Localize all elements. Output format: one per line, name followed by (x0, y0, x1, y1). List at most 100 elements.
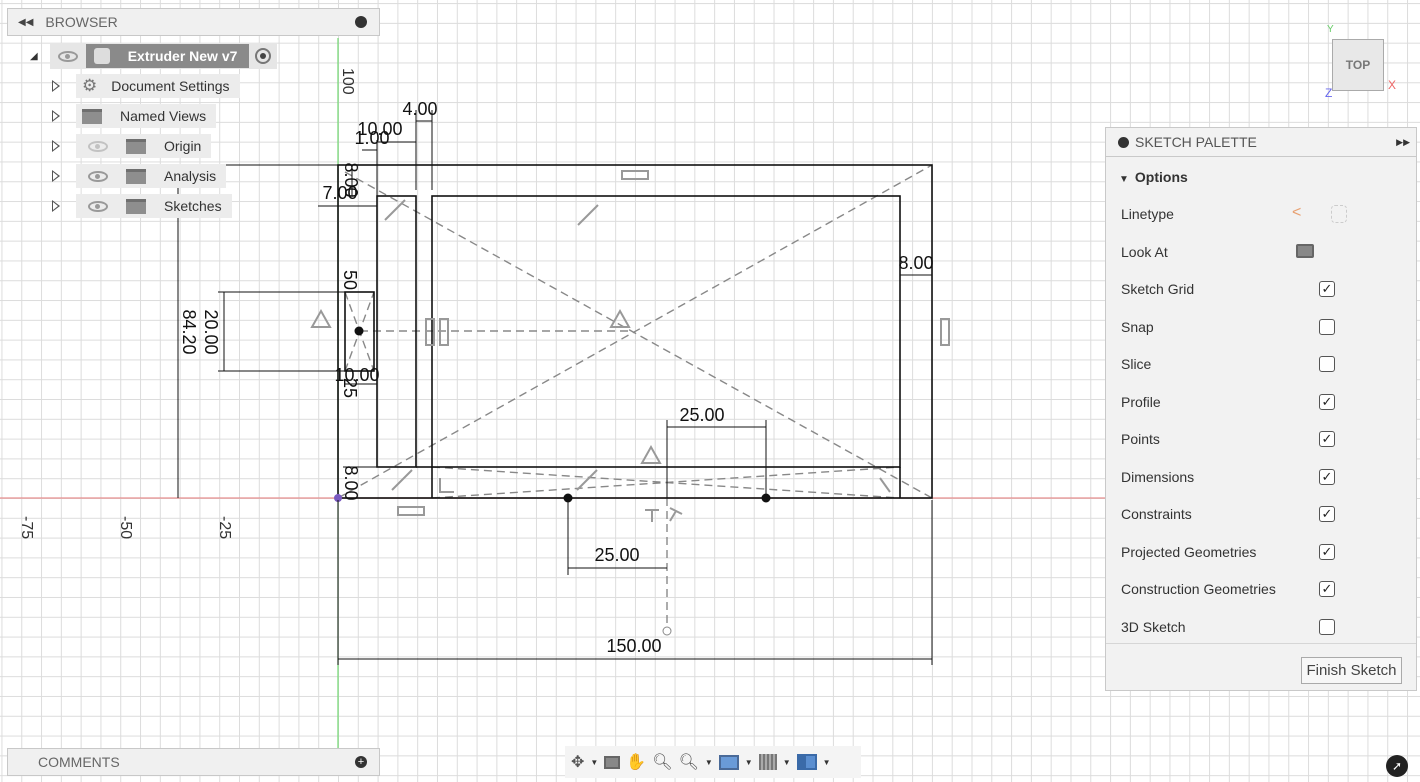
folder-icon (82, 108, 102, 124)
chevron-down-icon[interactable]: ▼ (705, 758, 713, 767)
axis-label: -25 (216, 516, 233, 539)
axis-label: -50 (117, 516, 134, 539)
comments-bar[interactable]: COMMENTS + (7, 748, 380, 776)
dimensions-checkbox[interactable]: ✓ (1319, 469, 1335, 485)
visibility-icon[interactable] (88, 200, 108, 212)
points-checkbox[interactable]: ✓ (1319, 431, 1335, 447)
constraints-checkbox[interactable]: ✓ (1319, 506, 1335, 522)
x-axis-label: X (1388, 78, 1397, 92)
visibility-icon[interactable] (57, 50, 78, 62)
browser-item-origin[interactable]: Origin (52, 134, 212, 158)
chevron-down-icon[interactable]: ▼ (745, 758, 753, 767)
add-comment-icon[interactable]: + (355, 756, 367, 768)
dim-top-gap[interactable]: 4.00 (402, 99, 437, 119)
browser-title: BROWSER (45, 14, 118, 30)
sketch-palette: SKETCH PALETTE ▶▶ ▼ Options Linetype < Lo… (1105, 127, 1417, 691)
item-label: Named Views (120, 108, 207, 124)
expand-icon[interactable] (52, 110, 60, 122)
viewcube[interactable]: TOP Y X Z (1320, 24, 1400, 100)
dim-right-wall[interactable]: 8.00 (898, 253, 933, 273)
finish-sketch-button[interactable]: Finish Sketch (1301, 657, 1402, 684)
expand-icon[interactable]: ◢ (30, 51, 38, 62)
sketch-grid-checkbox[interactable]: ✓ (1319, 281, 1335, 297)
3d-sketch-checkbox[interactable] (1319, 619, 1335, 635)
y-axis-label: Y (1327, 24, 1334, 35)
profile-checkbox[interactable]: ✓ (1319, 394, 1335, 410)
minimize-icon[interactable] (1118, 136, 1129, 148)
feedback-icon[interactable]: ➚ (1386, 755, 1408, 777)
projected-geometries-checkbox[interactable]: ✓ (1319, 544, 1335, 560)
dim-small-25[interactable]: 25 (340, 378, 360, 398)
viewports-icon[interactable] (796, 754, 817, 770)
axis-label: 100 (339, 68, 356, 95)
navigation-toolbar: ✥ ▼ ✋ 🔍︎ 🔍︎ ▼ ▼ ▼ ▼ (565, 746, 861, 778)
browser-header[interactable]: ◀◀ BROWSER (7, 8, 380, 36)
row-label: Look At (1121, 244, 1168, 260)
root-label: Extruder New v7 (127, 48, 238, 64)
palette-row-profile: Profile ✓ (1121, 394, 1401, 410)
palette-row-3d-sketch: 3D Sketch (1121, 619, 1401, 635)
palette-row-linetype: Linetype < (1121, 204, 1401, 223)
palette-row-construction-geometries: Construction Geometries ✓ (1121, 581, 1401, 597)
zoom-icon[interactable]: 🔍︎ (652, 752, 672, 772)
viewcube-top-face[interactable]: TOP (1332, 39, 1384, 91)
browser-item-named-views[interactable]: Named Views (52, 104, 217, 128)
point[interactable] (662, 626, 672, 636)
chevron-down-icon[interactable]: ▼ (783, 758, 791, 767)
row-label: Constraints (1121, 506, 1192, 522)
hidden-eye-icon[interactable] (88, 140, 108, 152)
construction-geometries-checkbox[interactable]: ✓ (1319, 581, 1335, 597)
dim-overall-width[interactable]: 150.00 (606, 636, 661, 656)
browser-item-sketches[interactable]: Sketches (52, 194, 232, 218)
expand-icon[interactable] (52, 200, 60, 212)
collapse-icon[interactable]: ▼ (1119, 174, 1129, 185)
expand-icon[interactable] (52, 140, 60, 152)
dim-top-25[interactable]: 25.00 (679, 405, 724, 425)
browser-item-analysis[interactable]: Analysis (52, 164, 227, 188)
expand-icon[interactable] (52, 170, 60, 182)
axis-label: -75 (18, 516, 35, 539)
palette-row-dimensions: Dimensions ✓ (1121, 469, 1401, 485)
pan-hand-icon[interactable]: ✋ (626, 752, 646, 772)
palette-row-look-at: Look At (1121, 244, 1401, 260)
dim-top-one[interactable]: 1.00 (354, 128, 389, 148)
orbit-icon[interactable]: ✥ (571, 752, 584, 772)
row-label: Slice (1121, 356, 1152, 372)
zoom-window-icon[interactable]: 🔍︎ (679, 752, 699, 772)
slice-checkbox[interactable] (1319, 356, 1335, 372)
display-settings-icon[interactable] (718, 754, 739, 770)
component-icon (93, 48, 110, 64)
palette-header[interactable]: SKETCH PALETTE ▶▶ (1106, 128, 1416, 157)
section-title: Options (1134, 169, 1188, 185)
constraint-glyphs[interactable] (310, 170, 950, 522)
browser-root[interactable]: ◢ Extruder New v7 (30, 43, 278, 69)
expand-panel-icon[interactable]: ▶▶ (1396, 137, 1410, 148)
dim-bottom-25[interactable]: 25.00 (594, 545, 639, 565)
chevron-down-icon[interactable]: ▼ (590, 758, 598, 767)
dim-overall-height[interactable]: 84.20 (179, 309, 199, 354)
minimize-icon[interactable] (355, 16, 367, 28)
dim-bottom-wall[interactable]: 8.00 (341, 465, 361, 500)
browser-item-document-settings[interactable]: ⚙ Document Settings (52, 74, 240, 98)
dim-small-fifty[interactable]: 50 (340, 270, 360, 290)
chevron-down-icon[interactable]: ▼ (823, 758, 831, 767)
folder-icon (126, 168, 146, 184)
activate-radio-icon[interactable] (255, 48, 272, 64)
palette-row-sketch-grid: Sketch Grid ✓ (1121, 281, 1401, 297)
visibility-icon[interactable] (88, 170, 108, 182)
grid-snaps-icon[interactable] (758, 754, 777, 770)
construction-linetype-icon[interactable]: < (1292, 204, 1301, 222)
look-at-icon[interactable] (604, 755, 621, 769)
options-section[interactable]: ▼ Options (1119, 169, 1188, 185)
snap-checkbox[interactable] (1319, 319, 1335, 335)
row-label: 3D Sketch (1121, 619, 1186, 635)
expand-icon[interactable] (52, 80, 60, 92)
dimension-lines (172, 110, 933, 665)
dim-slot-height[interactable]: 20.00 (201, 309, 221, 354)
look-at-icon[interactable] (1296, 244, 1314, 258)
centerline-linetype-icon[interactable] (1331, 205, 1347, 223)
row-label: Construction Geometries (1121, 581, 1276, 597)
collapse-icon[interactable]: ◀◀ (18, 17, 33, 28)
dim-top-eight[interactable]: 8.00 (341, 162, 361, 197)
z-axis-label: Z (1325, 86, 1333, 100)
